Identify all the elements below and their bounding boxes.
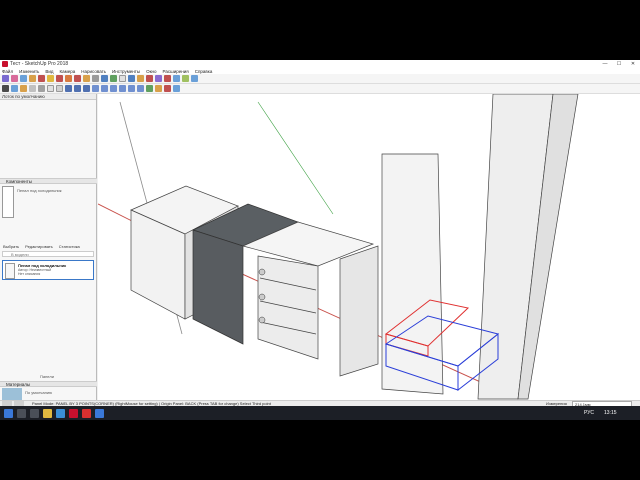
toolbar-bottom xyxy=(0,84,640,94)
ruby-icon[interactable] xyxy=(164,75,171,82)
warehouse-icon[interactable] xyxy=(146,75,153,82)
component-item-thumbnail xyxy=(5,263,15,279)
minimize-button[interactable]: — xyxy=(598,60,612,68)
close-button[interactable]: ✕ xyxy=(626,60,640,68)
menu-window[interactable]: Окно xyxy=(146,69,156,74)
search-icon[interactable] xyxy=(17,408,26,418)
left-view-icon[interactable] xyxy=(137,85,144,92)
components-section-header[interactable]: Компоненты xyxy=(0,178,97,184)
menu-edit[interactable]: Изменить xyxy=(19,69,39,74)
menu-extensions[interactable]: Расширения xyxy=(163,69,189,74)
tall-cabinet-left-side[interactable] xyxy=(381,153,444,395)
push-pull-tool-icon[interactable] xyxy=(47,75,54,82)
rotate-tool-icon[interactable] xyxy=(65,75,72,82)
tape-measure-icon[interactable] xyxy=(92,75,99,82)
iso-view-icon[interactable] xyxy=(92,85,99,92)
layer-icon[interactable] xyxy=(146,85,153,92)
green-axis xyxy=(257,101,334,215)
dishwasher-front-panel[interactable] xyxy=(192,229,244,345)
sandbox-icon[interactable] xyxy=(173,85,180,92)
select-tool-icon[interactable] xyxy=(2,75,9,82)
material-preview-swatch xyxy=(2,388,22,400)
wireframe-icon[interactable] xyxy=(47,85,54,92)
word-icon[interactable] xyxy=(95,408,104,418)
windows-start-icon[interactable] xyxy=(4,408,13,418)
offset-tool-icon[interactable] xyxy=(83,75,90,82)
menu-view[interactable]: Вид xyxy=(45,69,53,74)
tab-edit[interactable]: Редактировать xyxy=(22,244,56,250)
sketchup-logo-icon xyxy=(2,61,8,67)
language-indicator[interactable]: РУС xyxy=(584,410,594,416)
shaded-textures-icon[interactable] xyxy=(74,85,81,92)
zoom-tool-icon[interactable] xyxy=(128,75,135,82)
paint-bucket-icon[interactable] xyxy=(20,85,27,92)
shaded-icon[interactable] xyxy=(65,85,72,92)
drawer-cabinet-front[interactable] xyxy=(257,255,319,360)
extension-icon[interactable] xyxy=(155,75,162,82)
windows-taskbar: РУС 13:15 xyxy=(0,406,640,420)
menu-help[interactable]: Справка xyxy=(195,69,213,74)
component-preview-thumbnail xyxy=(2,186,14,218)
drawer-runner xyxy=(258,293,266,301)
toolbar-top xyxy=(0,74,640,84)
arc-tool-icon[interactable] xyxy=(29,75,36,82)
right-view-icon[interactable] xyxy=(119,85,126,92)
top-view-icon[interactable] xyxy=(101,85,108,92)
materials-section-header[interactable]: Материалы xyxy=(0,381,97,387)
component-item-description: Нет описания xyxy=(18,272,41,276)
tab-statistics[interactable]: Статистика xyxy=(56,244,83,250)
modeling-viewport[interactable] xyxy=(98,94,640,400)
drawer-runner xyxy=(258,316,266,324)
menu-tools[interactable]: Инструменты xyxy=(112,69,140,74)
solid-tools-icon[interactable] xyxy=(164,85,171,92)
menu-file[interactable]: Файл xyxy=(2,69,13,74)
zoom-extents-icon[interactable] xyxy=(137,75,144,82)
opera-browser-icon[interactable] xyxy=(82,408,91,418)
title-bar: Тест - SketchUp Pro 2018 — ☐ ✕ xyxy=(0,60,640,68)
drawer-runner xyxy=(258,268,266,276)
narrow-cabinet[interactable] xyxy=(339,245,379,377)
maximize-button[interactable]: ☐ xyxy=(612,60,626,68)
material-preview-name: По умолчанию xyxy=(25,390,53,395)
plugin-drawer-icon[interactable] xyxy=(182,75,189,82)
scale-tool-icon[interactable] xyxy=(74,75,81,82)
window-title: Тест - SketchUp Pro 2018 xyxy=(10,61,69,67)
text-tool-icon[interactable] xyxy=(2,85,9,92)
dimension-tool-icon[interactable] xyxy=(101,75,108,82)
components-subtabs: Выбрать Редактировать Статистика xyxy=(0,244,97,250)
style-icon[interactable] xyxy=(155,85,162,92)
orbit-tool-icon[interactable] xyxy=(110,75,117,82)
model-scene[interactable] xyxy=(98,94,640,400)
plugin-box-icon[interactable] xyxy=(191,75,198,82)
component-preview-name: Пенал под холодильник xyxy=(17,188,62,193)
edge-browser-icon[interactable] xyxy=(56,408,65,418)
hidden-line-icon[interactable] xyxy=(56,85,63,92)
panels-label: Панели xyxy=(40,374,54,379)
application-window: Тест - SketchUp Pro 2018 — ☐ ✕ Файл Изме… xyxy=(0,60,640,420)
plugin-panel-icon[interactable] xyxy=(173,75,180,82)
tray-title: Лоток по умолчанию xyxy=(0,94,96,100)
menu-camera[interactable]: Камера xyxy=(60,69,76,74)
clock[interactable]: 13:15 xyxy=(604,410,617,416)
eraser-tool-icon[interactable] xyxy=(11,75,18,82)
front-view-icon[interactable] xyxy=(110,85,117,92)
sketchup-taskbar-icon[interactable] xyxy=(69,408,78,418)
task-view-icon[interactable] xyxy=(30,408,39,418)
file-explorer-icon[interactable] xyxy=(43,408,52,418)
move-tool-icon[interactable] xyxy=(56,75,63,82)
monochrome-icon[interactable] xyxy=(83,85,90,92)
default-tray: Лоток по умолчанию Компоненты Пенал под … xyxy=(0,94,97,400)
back-view-icon[interactable] xyxy=(128,85,135,92)
tab-select[interactable]: Выбрать xyxy=(0,244,22,250)
axes-tool-icon[interactable] xyxy=(11,85,18,92)
rectangle-tool-icon[interactable] xyxy=(38,75,45,82)
section-plane-icon[interactable] xyxy=(29,85,36,92)
menu-draw[interactable]: Нарисовать xyxy=(81,69,106,74)
line-tool-icon[interactable] xyxy=(20,75,27,82)
pan-tool-icon[interactable] xyxy=(119,75,126,82)
component-list-item[interactable]: Пенал под холодильник Автор: Неизвестный… xyxy=(2,260,94,280)
xray-icon[interactable] xyxy=(38,85,45,92)
components-search-input[interactable]: В модели xyxy=(2,251,94,257)
